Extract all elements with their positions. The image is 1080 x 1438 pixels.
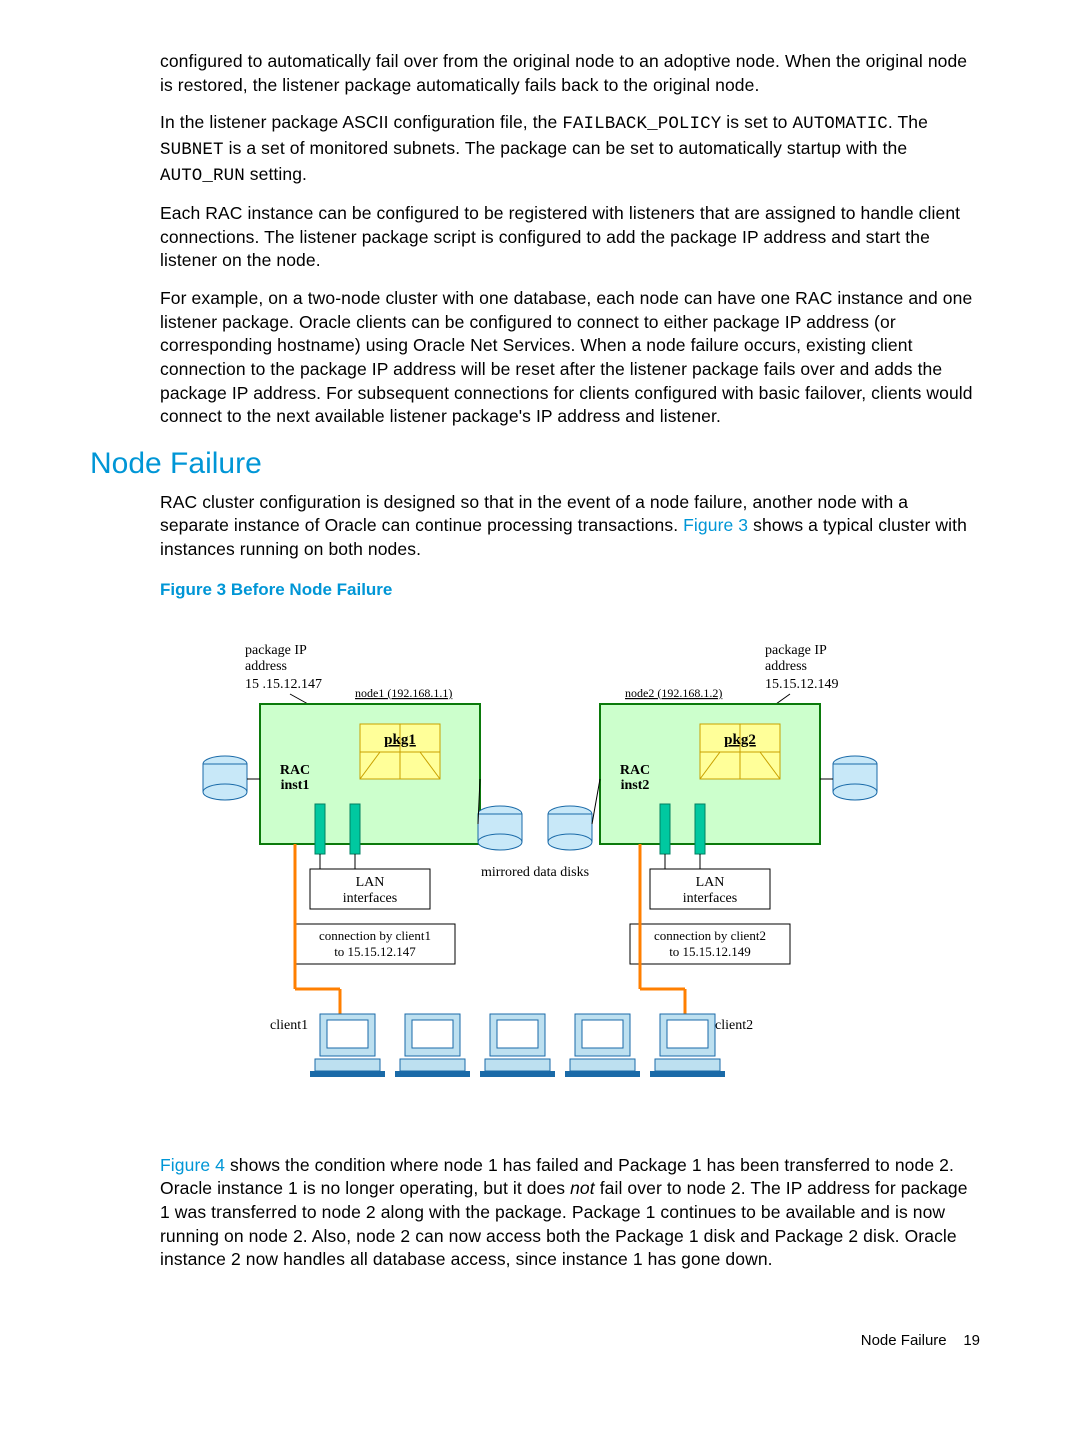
code-text: AUTO_RUN [160, 166, 245, 186]
disk-icon [548, 806, 592, 850]
node1-label: node1 (192.168.1.1) [355, 686, 452, 700]
paragraph: In the listener package ASCII configurat… [160, 111, 980, 188]
figure-diagram: package IP address 15 .15.12.147 package… [90, 624, 990, 1114]
rac2-label: RAC [620, 763, 650, 778]
figure-link[interactable]: Figure 4 [160, 1155, 225, 1175]
page-number: 19 [963, 1332, 980, 1349]
pkg-ip-label: package IP [765, 643, 827, 658]
disk-icon [478, 806, 522, 850]
conn2b-label: to 15.15.12.149 [669, 944, 751, 959]
disk-icon [203, 756, 247, 800]
ip1-label: 15 .15.12.147 [245, 677, 322, 692]
paragraph: RAC cluster configuration is designed so… [160, 491, 980, 562]
code-text: AUTOMATIC [792, 114, 887, 134]
address-label: address [765, 659, 807, 674]
client2-label: client2 [715, 1018, 753, 1033]
computer-icon [650, 1014, 725, 1077]
conn2a-label: connection by client2 [654, 928, 766, 943]
pkg2-label: pkg2 [724, 732, 756, 748]
ip2-label: 15.15.12.149 [765, 677, 839, 692]
text-run: is set to [721, 112, 792, 132]
footer-section: Node Failure [861, 1332, 947, 1349]
conn1b-label: to 15.15.12.147 [334, 944, 416, 959]
node2-label: node2 (192.168.1.2) [625, 686, 722, 700]
interfaces-label: interfaces [343, 891, 397, 906]
disk-icon [833, 756, 877, 800]
paragraph: For example, on a two-node cluster with … [160, 287, 980, 429]
rac1b-label: inst1 [281, 778, 310, 793]
text-run: is a set of monitored subnets. The packa… [224, 138, 908, 158]
interfaces-label: interfaces [683, 891, 737, 906]
paragraph: Each RAC instance can be configured to b… [160, 202, 980, 273]
computer-icon [565, 1014, 640, 1077]
client1-label: client1 [270, 1018, 308, 1033]
lan-label: LAN [356, 875, 385, 890]
computer-icon [395, 1014, 470, 1077]
pkg-ip-label: package IP [245, 643, 307, 658]
address-label: address [245, 659, 287, 674]
figure-caption: Figure 3 Before Node Failure [160, 580, 980, 600]
computer-icon [310, 1014, 385, 1077]
text-run: setting. [245, 164, 307, 184]
figure-link[interactable]: Figure 3 [683, 515, 748, 535]
mirrored-label: mirrored data disks [481, 865, 589, 880]
rac1-label: RAC [280, 763, 310, 778]
code-text: SUBNET [160, 140, 224, 160]
lan-label: LAN [696, 875, 725, 890]
italic-text: not [570, 1178, 595, 1198]
computer-icon [480, 1014, 555, 1077]
conn1a-label: connection by client1 [319, 928, 431, 943]
section-heading: Node Failure [90, 447, 990, 481]
paragraph: Figure 4 shows the condition where node … [160, 1154, 980, 1272]
code-text: FAILBACK_POLICY [562, 114, 721, 134]
pkg1-label: pkg1 [384, 732, 416, 748]
text-run: . The [888, 112, 928, 132]
rac2b-label: inst2 [621, 778, 650, 793]
paragraph: configured to automatically fail over fr… [160, 50, 980, 97]
text-run: In the listener package ASCII configurat… [160, 112, 562, 132]
page-footer: Node Failure 19 [90, 1332, 990, 1349]
